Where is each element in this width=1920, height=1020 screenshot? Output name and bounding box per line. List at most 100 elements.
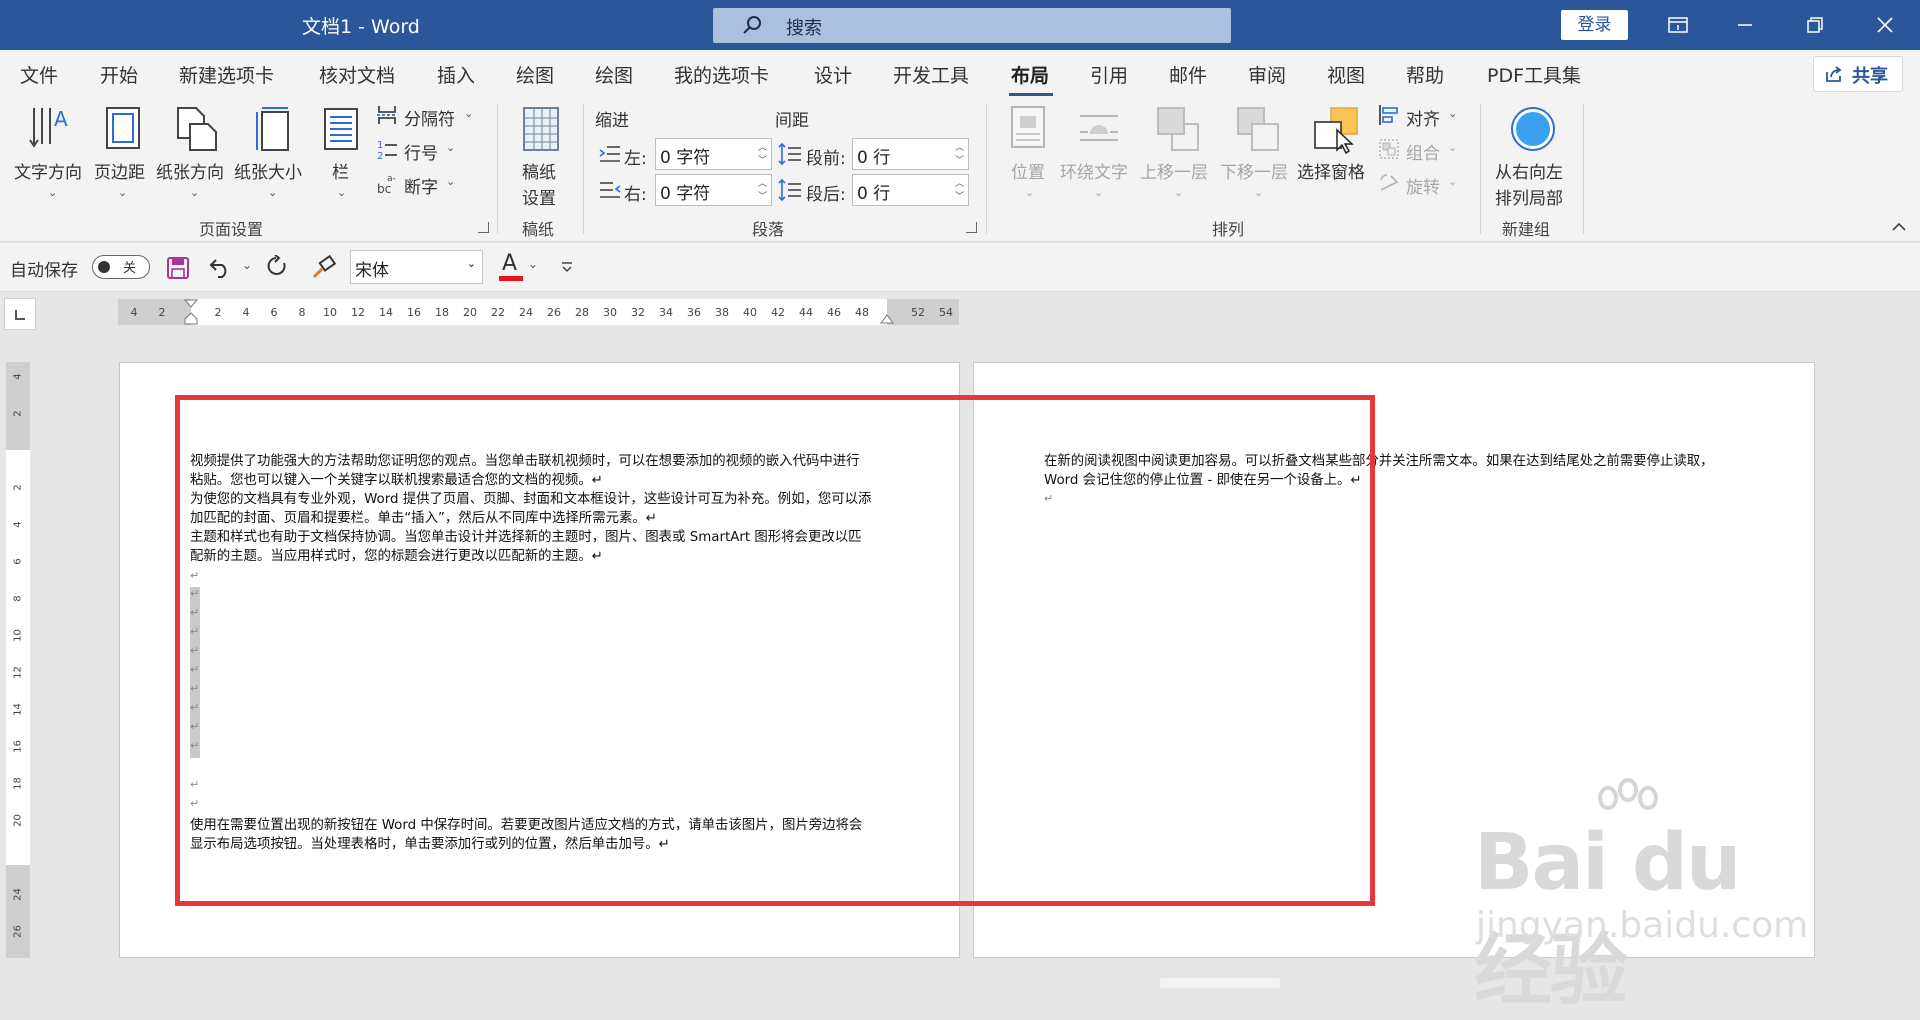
breaks-button[interactable]: 分隔符 ⌄ (376, 102, 476, 130)
tab-file[interactable]: 文件 (20, 61, 58, 88)
horizontal-ruler[interactable]: 4 2 2 4 6 8 10 12 14 16 18 20 22 24 26 2… (118, 299, 959, 325)
margins-button[interactable]: 页边距 ⌄ (92, 104, 152, 214)
search-box[interactable]: 搜索 (713, 8, 1231, 43)
spin-up-icon[interactable]: ︿ (955, 140, 964, 153)
text-direction-label: 文字方向 (14, 163, 82, 183)
collapse-ribbon-icon[interactable] (1892, 222, 1906, 232)
autosave-state: 关 (123, 261, 137, 276)
line-numbers-button[interactable]: 12 行号 ⌄ (376, 136, 476, 164)
tab-home[interactable]: 开始 (100, 61, 138, 88)
tab-draw-1[interactable]: 绘图 (516, 61, 554, 88)
paper-size-button[interactable]: 纸张大小 ⌄ (234, 104, 310, 214)
wrap-text-button[interactable]: 环绕文字 ⌄ (1060, 104, 1136, 214)
ruler-tick: 18 (12, 777, 24, 790)
tab-review[interactable]: 审阅 (1248, 61, 1286, 88)
paragraph-dialog-launcher[interactable] (966, 222, 977, 233)
ruler-tick: 4 (12, 521, 24, 528)
share-button[interactable]: 共享 (1813, 56, 1903, 92)
tab-help[interactable]: 帮助 (1406, 61, 1444, 88)
group-objects-button[interactable]: 组合 ⌄ (1378, 136, 1464, 164)
margins-label: 页边距 (94, 163, 145, 183)
spacing-before-value: 0 行 (857, 148, 891, 168)
tab-mailings[interactable]: 邮件 (1169, 61, 1207, 88)
rotate-button[interactable]: 旋转 ⌄ (1378, 170, 1464, 198)
ruler-tick: 34 (659, 306, 673, 319)
align-label: 对齐 (1406, 110, 1440, 130)
ruler-tick: 22 (491, 306, 505, 319)
login-button[interactable]: 登录 (1561, 10, 1628, 40)
margins-icon (106, 107, 140, 149)
format-painter-icon[interactable] (310, 255, 336, 279)
send-backward-button[interactable]: 下移一层 ⌄ (1220, 104, 1296, 214)
group-label-manuscript: 稿纸 (522, 220, 555, 239)
tab-draw-2[interactable]: 绘图 (595, 61, 633, 88)
columns-button[interactable]: 栏 ⌄ (318, 104, 366, 214)
hyphenation-label: 断字 (404, 178, 438, 198)
tab-my-tab[interactable]: 我的选项卡 (674, 61, 769, 88)
restore-button[interactable] (1787, 0, 1843, 50)
tab-selector[interactable] (4, 298, 36, 330)
bring-forward-icon (1157, 107, 1199, 151)
spin-down-icon[interactable]: ﹀ (758, 189, 767, 202)
right-indent-marker[interactable] (880, 314, 894, 325)
hyphenation-button[interactable]: bc a- 断字 ⌄ (376, 170, 476, 198)
rtl-layout-button[interactable]: 从右向左 排列局部 (1490, 104, 1574, 214)
position-label: 位置 (1011, 163, 1045, 183)
orientation-button[interactable]: 纸张方向 ⌄ (156, 104, 232, 214)
left-tab-icon (15, 310, 25, 320)
spin-down-icon[interactable]: ﹀ (955, 153, 964, 166)
spin-down-icon[interactable]: ﹀ (758, 153, 767, 166)
minimize-button[interactable] (1717, 0, 1773, 50)
bring-forward-label: 上移一层 (1140, 163, 1208, 183)
spin-up-icon[interactable]: ︿ (758, 176, 767, 189)
close-button[interactable] (1857, 0, 1913, 50)
tab-new-tab[interactable]: 新建选项卡 (179, 61, 274, 88)
text-direction-button[interactable]: A 文字方向 ⌄ (10, 104, 90, 214)
ruler-tick: 36 (687, 306, 701, 319)
undo-icon[interactable] (208, 256, 232, 278)
bring-forward-button[interactable]: 上移一层 ⌄ (1140, 104, 1216, 214)
tab-insert[interactable]: 插入 (437, 61, 475, 88)
align-button[interactable]: 对齐 ⌄ (1378, 102, 1464, 130)
autosave-toggle[interactable]: 关 (92, 255, 150, 279)
selection-pane-label: 选择窗格 (1297, 163, 1365, 183)
spin-up-icon[interactable]: ︿ (758, 140, 767, 153)
ruler-tick: 4 (130, 306, 138, 319)
ruler-tick: 14 (379, 306, 393, 319)
save-icon[interactable] (166, 256, 190, 280)
watermark-url: jingyan.baidu.com (1476, 905, 1809, 946)
spacing-before-input[interactable]: 0 行 ︿ ﹀ (852, 138, 969, 170)
spin-up-icon[interactable]: ︿ (955, 176, 964, 189)
columns-label: 栏 (332, 163, 349, 183)
first-line-indent-marker[interactable] (184, 299, 198, 309)
svg-text:2: 2 (377, 151, 383, 160)
ruler-tick: 4 (242, 306, 250, 319)
customize-qat-icon[interactable] (560, 261, 574, 273)
tab-developer[interactable]: 开发工具 (893, 61, 969, 88)
page-setup-dialog-launcher[interactable] (478, 222, 489, 233)
selection-pane-button[interactable]: 选择窗格 (1297, 104, 1373, 214)
manuscript-setup-button[interactable]: 稿纸 设置 (510, 104, 570, 214)
selection-pane-icon (1314, 107, 1358, 154)
undo-dropdown-icon[interactable]: ⌄ (242, 258, 252, 272)
indent-left-input[interactable]: 0 字符 ︿ ﹀ (655, 138, 772, 170)
tab-pdf-tools[interactable]: PDF工具集 (1487, 61, 1581, 88)
tab-references[interactable]: 引用 (1090, 61, 1128, 88)
font-color-button[interactable]: A ⌄ (498, 251, 542, 283)
spin-down-icon[interactable]: ﹀ (955, 189, 964, 202)
redo-icon[interactable] (266, 255, 290, 279)
font-name-select[interactable]: 宋体 ⌄ (350, 250, 483, 284)
tab-check-doc[interactable]: 核对文档 (319, 61, 395, 88)
tab-design[interactable]: 设计 (814, 61, 852, 88)
tab-view[interactable]: 视图 (1327, 61, 1365, 88)
hanging-indent-marker[interactable] (184, 312, 198, 325)
rotate-icon (1380, 174, 1399, 191)
vertical-ruler[interactable]: 4 2 2 4 6 8 10 12 14 16 18 20 24 26 (6, 362, 30, 958)
position-button[interactable]: 位置 ⌄ (1003, 104, 1053, 214)
tab-layout[interactable]: 布局 (1011, 61, 1049, 88)
indent-right-input[interactable]: 0 字符 ︿ ﹀ (655, 174, 772, 206)
ribbon-display-options-button[interactable] (1650, 0, 1706, 50)
ribbon-display-icon (1668, 17, 1688, 33)
spacing-after-input[interactable]: 0 行 ︿ ﹀ (852, 174, 969, 206)
ruler-tick: 24 (519, 306, 533, 319)
